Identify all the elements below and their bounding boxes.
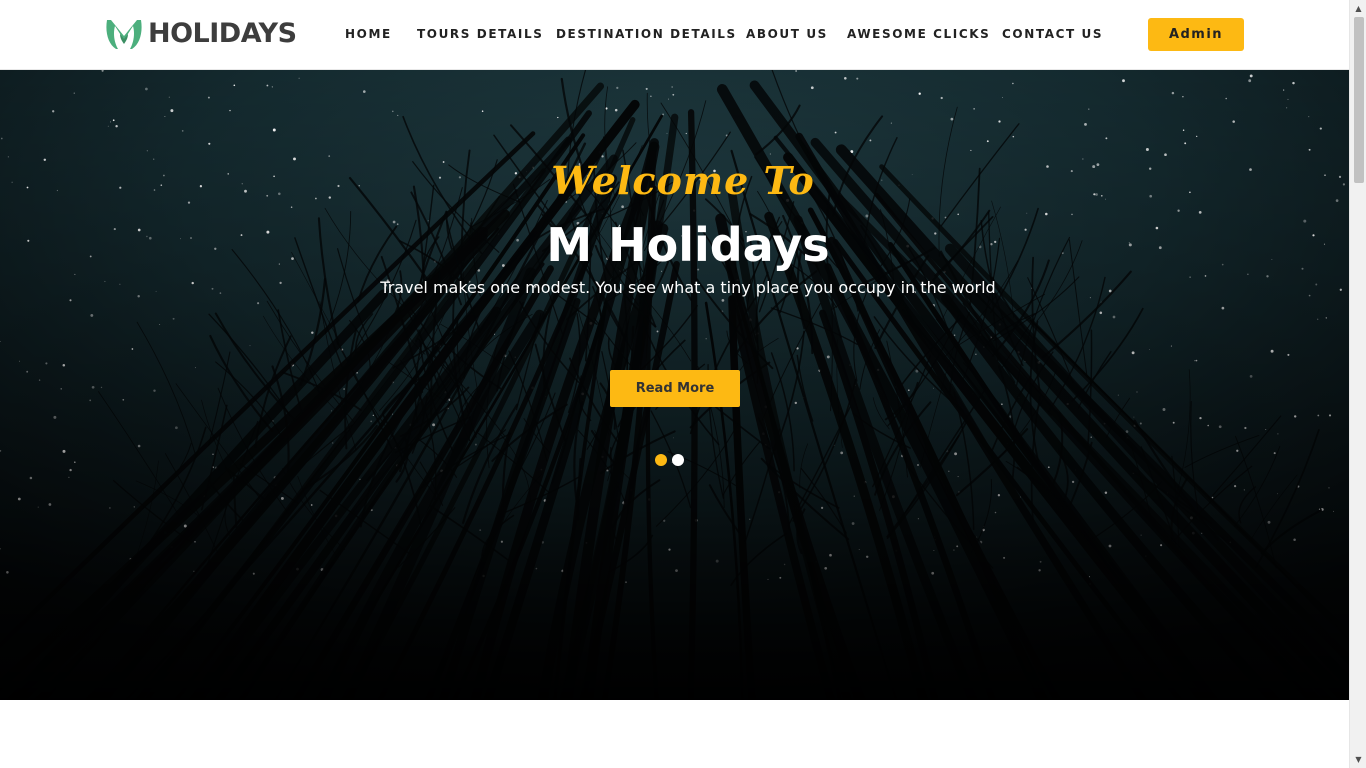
nav-tours-details[interactable]: TOURS DETAILS	[417, 26, 543, 42]
hero-slider: Welcome To M Holidays Travel makes one m…	[0, 70, 1349, 700]
scroll-down-arrow-icon[interactable]: ▼	[1350, 751, 1366, 768]
nav-destination-details[interactable]: DESTINATION DETAILS	[556, 26, 737, 42]
site-header: HOLIDAYS HOME TOURS DETAILS DESTINATION …	[0, 0, 1349, 70]
hero-welcome: Welcome To	[551, 158, 815, 203]
main-nav: HOME TOURS DETAILS DESTINATION DETAILS A…	[0, 0, 1349, 70]
scroll-up-arrow-icon[interactable]: ▲	[1350, 0, 1366, 17]
admin-button[interactable]: Admin	[1148, 18, 1244, 51]
nav-home[interactable]: HOME	[345, 26, 392, 42]
page-scrollbar[interactable]: ▲ ▼	[1349, 0, 1366, 768]
hero-title: M Holidays	[546, 218, 830, 272]
slider-dot-2[interactable]	[672, 454, 684, 466]
slider-dot-1[interactable]	[655, 454, 667, 466]
scroll-thumb[interactable]	[1354, 17, 1364, 183]
nav-awesome-clicks[interactable]: AWESOME CLICKS	[847, 26, 990, 42]
read-more-button[interactable]: Read More	[610, 370, 740, 407]
nav-about-us[interactable]: ABOUT US	[746, 26, 828, 42]
hero-tagline: Travel makes one modest. You see what a …	[380, 278, 996, 297]
nav-contact-us[interactable]: CONTACT US	[1002, 26, 1103, 42]
